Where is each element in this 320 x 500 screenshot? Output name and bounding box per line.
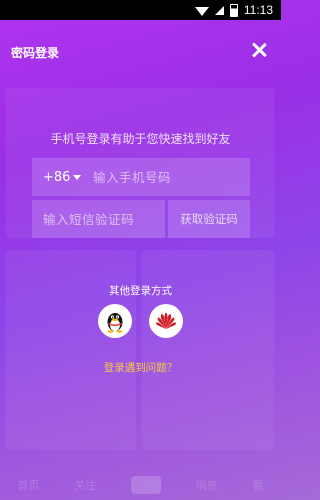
wifi-icon	[194, 6, 209, 16]
background-feed-card	[6, 250, 136, 450]
nav-home: 首页	[17, 479, 40, 492]
verification-field	[32, 200, 165, 238]
status-bar: 11:13	[0, 0, 281, 20]
country-code-selector[interactable]: +86	[32, 170, 91, 185]
background-feed-card	[142, 250, 274, 450]
plus-icon	[130, 476, 161, 494]
password-login-link[interactable]: 密码登录	[11, 44, 59, 61]
nav-follow: 关注	[74, 479, 97, 492]
login-hint: 手机号登录有助于您快速找到好友	[50, 132, 231, 146]
battery-icon	[229, 3, 238, 17]
huawei-login-button[interactable]	[149, 304, 183, 338]
other-login-methods	[0, 304, 281, 338]
close-icon[interactable]	[249, 40, 269, 60]
status-time: 11:13	[243, 3, 273, 17]
background-bottom-nav: 首页 关注 消息 我	[0, 470, 281, 500]
phone-number-input[interactable]	[93, 169, 243, 185]
qq-login-button[interactable]	[98, 304, 132, 338]
header: 密码登录	[0, 20, 281, 80]
other-login-title: 其他登录方式	[109, 285, 172, 297]
huawei-logo-icon	[156, 312, 176, 329]
verification-code-input[interactable]	[43, 211, 161, 227]
qq-penguin-icon	[107, 313, 123, 333]
country-code-value: +86	[43, 169, 71, 185]
get-code-button[interactable]: 获取验证码	[168, 200, 250, 238]
phone-field-row: +86	[32, 158, 250, 196]
verification-row: 获取验证码	[32, 200, 250, 238]
nav-messages: 消息	[195, 479, 218, 492]
signal-icon	[214, 5, 224, 15]
chevron-down-icon	[73, 174, 82, 180]
nav-me: 我	[252, 479, 264, 492]
login-trouble-link[interactable]: 登录遇到问题？	[0, 360, 281, 375]
